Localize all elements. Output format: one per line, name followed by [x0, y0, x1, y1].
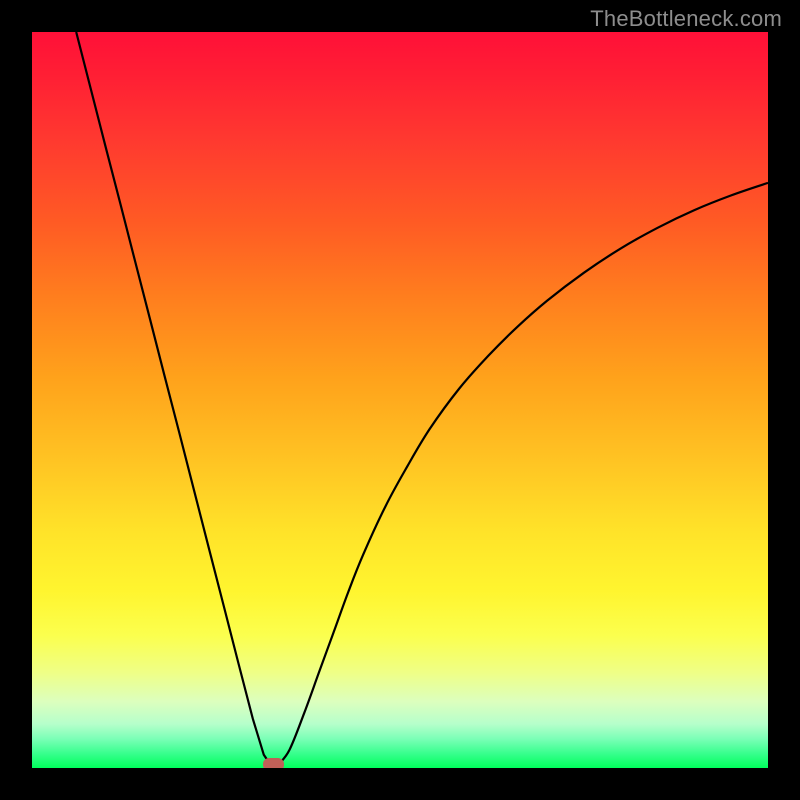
curve-path	[76, 32, 768, 766]
watermark-text: TheBottleneck.com	[590, 6, 782, 32]
chart-frame: TheBottleneck.com	[0, 0, 800, 800]
optimal-point-marker	[263, 758, 284, 768]
bottleneck-curve	[32, 32, 768, 768]
plot-area	[32, 32, 768, 768]
